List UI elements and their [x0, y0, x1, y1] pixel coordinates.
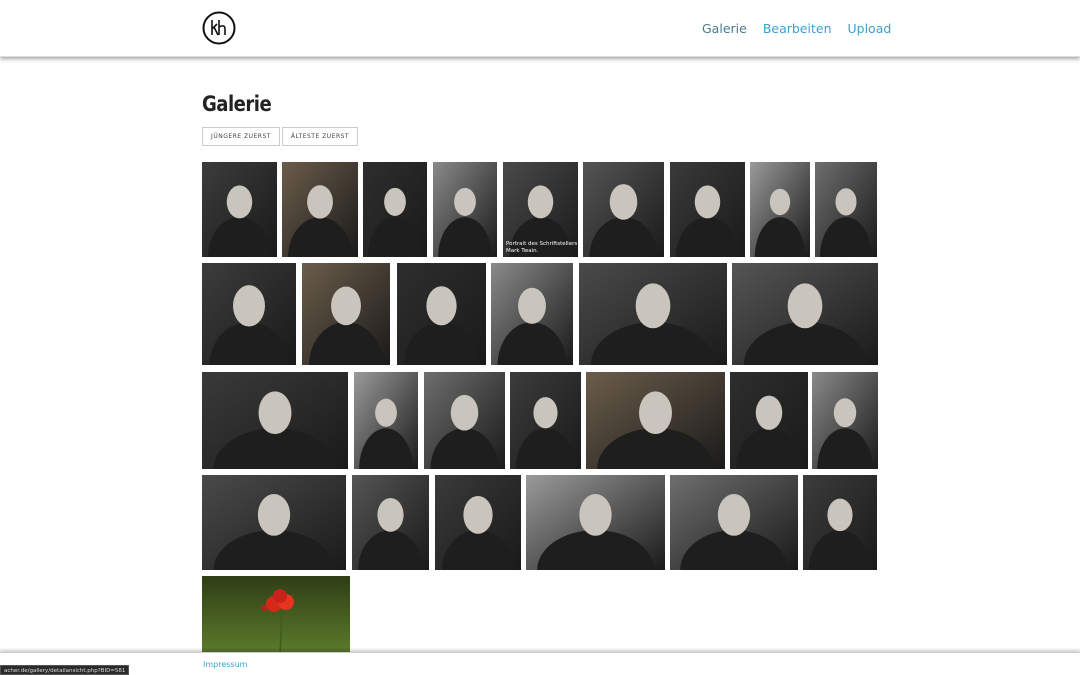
- main-nav: Galerie Bearbeiten Upload: [702, 21, 891, 36]
- gallery-photo-man-with-beret[interactable]: [397, 263, 486, 365]
- nav-galerie-link[interactable]: Galerie: [702, 21, 747, 36]
- gallery-photo-man-in-suit-portrait[interactable]: [202, 162, 277, 257]
- site-footer: Impressum: [0, 652, 1080, 675]
- gallery-photo-actress-portrait[interactable]: [730, 372, 808, 469]
- gallery-photo-signing-ceremony[interactable]: [202, 372, 348, 469]
- photo-caption-line: Mark Twain.: [506, 247, 539, 254]
- gallery-photo-mark-twain-portrait[interactable]: Portrait des Schriftstellers Mark Twain.: [503, 162, 578, 257]
- gallery-photo-elderly-man-portrait[interactable]: [670, 162, 745, 257]
- gallery-photo-gandhi-portrait[interactable]: [812, 372, 878, 469]
- nav-upload-link[interactable]: Upload: [848, 21, 892, 36]
- kh-monogram-logo-icon[interactable]: [202, 11, 236, 45]
- gallery-photo-composer-portrait[interactable]: [583, 162, 664, 257]
- sort-newest-button[interactable]: JÜNGERE ZUERST: [202, 127, 280, 146]
- page-title: Galerie: [202, 92, 272, 116]
- gallery-photo-leader-with-microphones[interactable]: [435, 475, 521, 570]
- gallery-photo-trumpet-player[interactable]: [579, 263, 727, 365]
- gallery-photo-young-man-with-cap[interactable]: [526, 475, 665, 570]
- impressum-link[interactable]: Impressum: [203, 660, 247, 669]
- gallery-photo-standing-man-portrait[interactable]: [433, 162, 497, 257]
- gallery-photo-singer-at-microphone[interactable]: [352, 475, 429, 570]
- gallery-photo-man-singing[interactable]: [803, 475, 877, 570]
- site-header: Galerie Bearbeiten Upload: [0, 0, 1080, 57]
- photo-hover-caption: Portrait des Schriftstellers Mark Twain.: [506, 241, 577, 255]
- gallery-photo-man-speaking-at-mic[interactable]: [202, 475, 346, 570]
- gallery-photo-man-on-stage[interactable]: [750, 162, 810, 257]
- gallery-photo-group-indoors[interactable]: [732, 263, 878, 365]
- gallery-photo-einstein-portrait[interactable]: [282, 162, 358, 257]
- status-bar-url: acher.de/gallery/detailansicht.php?BID=5…: [0, 665, 130, 675]
- gallery-photo-bearded-man-portrait[interactable]: [202, 263, 296, 365]
- photo-caption-line: Portrait des Schriftstellers: [506, 240, 578, 247]
- gallery-photo-conductor-portrait[interactable]: [354, 372, 418, 469]
- nav-bearbeiten-link[interactable]: Bearbeiten: [763, 21, 832, 36]
- gallery-photo-einstein-with-group[interactable]: [670, 475, 798, 570]
- gallery-photo-guitar-duo[interactable]: [586, 372, 725, 469]
- sort-oldest-button[interactable]: ÄLTESTE ZUERST: [282, 127, 358, 146]
- gallery-photo-man-with-pipe-portrait[interactable]: [302, 263, 390, 365]
- gallery-photo-speaker-portrait[interactable]: [363, 162, 427, 257]
- gallery-photo-politician-portrait[interactable]: [424, 372, 505, 469]
- gallery-photo-crowd-scene[interactable]: [815, 162, 877, 257]
- gallery-photo-red-poppy-meadow[interactable]: [202, 576, 350, 652]
- gallery-photo-runner-on-track[interactable]: [510, 372, 581, 469]
- gallery-photo-man-with-glasses[interactable]: [491, 263, 573, 365]
